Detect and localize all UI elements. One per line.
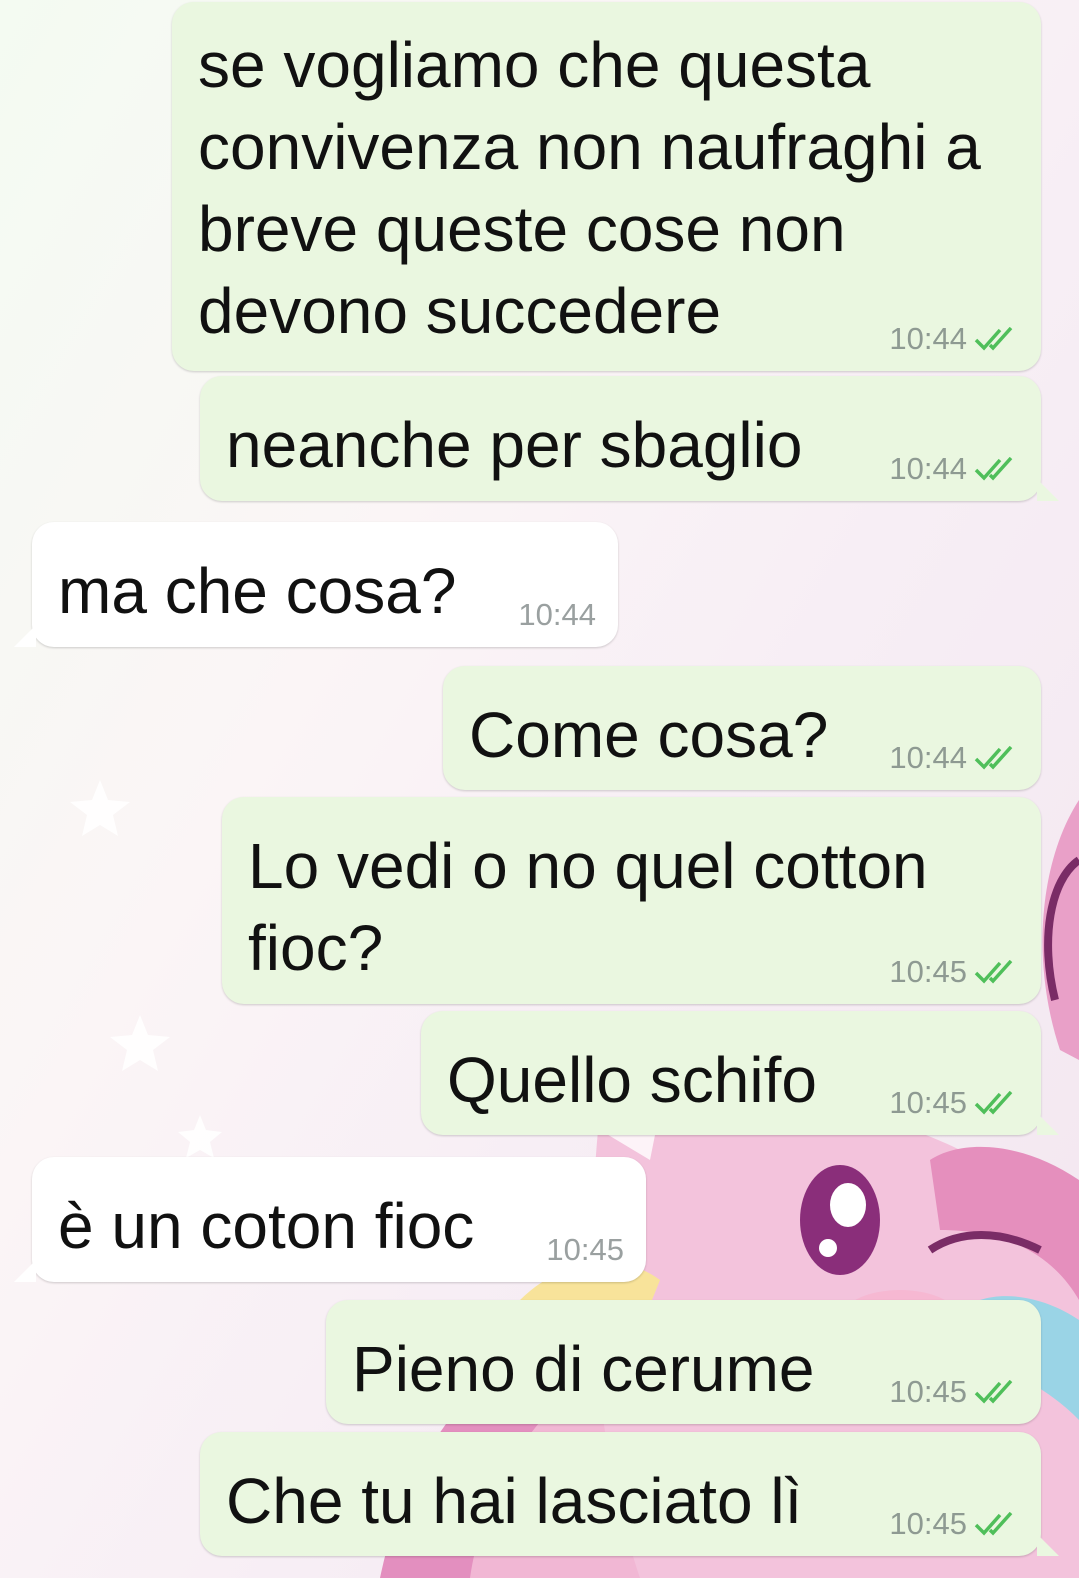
message-meta: 10:45 [889,1374,1019,1410]
message-meta: 10:45 [889,1506,1019,1542]
message-time: 10:45 [889,1085,967,1120]
double-check-icon [974,1380,1013,1404]
message-bubble-outgoing[interactable]: Lo vedi o no quel cotton fioc? 10:45 [222,797,1041,1004]
message-time: 10:44 [889,321,967,356]
message-time: 10:44 [889,740,967,775]
double-check-icon [974,457,1013,481]
message-bubble-outgoing[interactable]: neanche per sbaglio 10:44 [200,376,1059,501]
message-meta: 10:45 [889,954,1019,990]
message-bubble-outgoing[interactable]: Pieno di cerume 10:45 [326,1300,1041,1424]
message-meta: 10:44 [889,740,1019,776]
double-check-icon [974,960,1013,984]
message-time: 10:45 [889,954,967,989]
message-bubble-outgoing[interactable]: Che tu hai lasciato lì 10:45 [200,1432,1059,1556]
message-time: 10:45 [889,1506,967,1541]
message-time: 10:44 [889,451,967,486]
message-time: 10:45 [889,1374,967,1409]
message-meta: 10:44 [889,451,1019,487]
double-check-icon [974,327,1013,351]
message-bubble-outgoing[interactable]: Come cosa? 10:44 [443,666,1041,790]
star-icon [110,1015,170,1071]
message-meta: 10:45 [546,1232,624,1268]
message-time: 10:45 [546,1232,624,1267]
message-text: se vogliamo che questa convivenza non na… [198,29,981,347]
message-bubble-outgoing[interactable]: se vogliamo che questa convivenza non na… [172,2,1041,371]
double-check-icon [974,746,1013,770]
message-bubble-outgoing[interactable]: Quello schifo 10:45 [421,1011,1059,1135]
double-check-icon [974,1091,1013,1115]
star-icon [70,780,130,836]
message-meta: 10:44 [889,321,1019,357]
double-check-icon [974,1512,1013,1536]
message-meta: 10:45 [889,1085,1019,1121]
star-icon [178,1115,222,1158]
message-bubble-incoming[interactable]: ma che cosa? 10:44 [14,522,618,647]
message-bubble-incoming[interactable]: è un coton fioc 10:45 [14,1157,646,1282]
message-meta: 10:44 [518,597,596,633]
message-time: 10:44 [518,597,596,632]
